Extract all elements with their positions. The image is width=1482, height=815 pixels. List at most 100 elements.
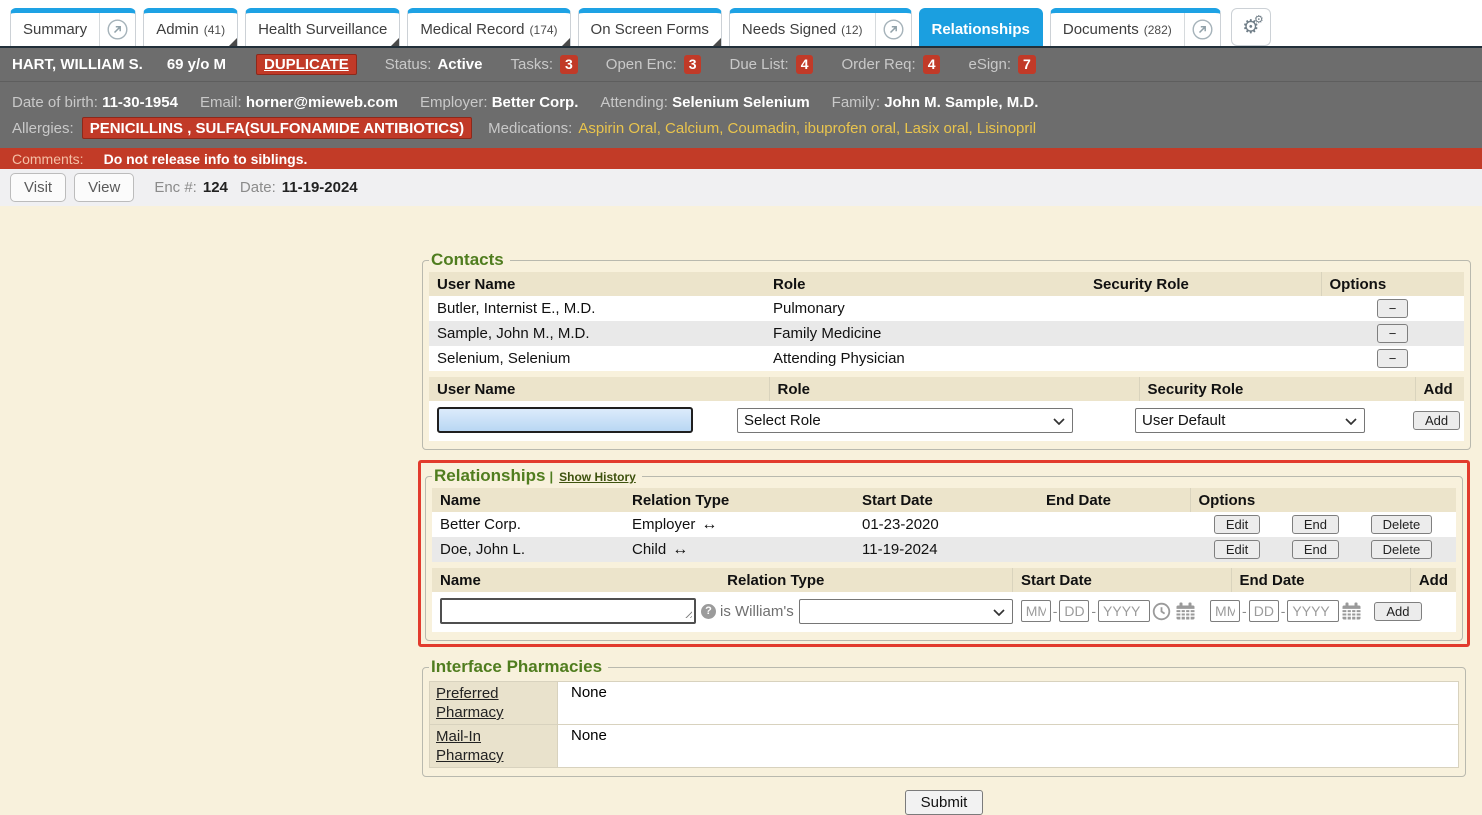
contact-role-select[interactable]: Select Role: [737, 408, 1073, 433]
start-month-input[interactable]: [1021, 600, 1051, 622]
tab-on-screen-forms[interactable]: On Screen Forms: [578, 8, 722, 46]
tab-needs-signed[interactable]: Needs Signed(12): [729, 8, 912, 46]
edit-relationship-button[interactable]: Edit: [1214, 515, 1260, 534]
order-req-label: Order Req:: [841, 56, 915, 73]
contact-user-name: Butler, Internist E., M.D.: [429, 296, 765, 321]
relationship-name-input[interactable]: [440, 598, 696, 624]
add-relationship-button[interactable]: Add: [1374, 602, 1421, 621]
remove-contact-button[interactable]: −: [1377, 324, 1409, 343]
status-value: Active: [437, 56, 482, 73]
contact-security-role: [1085, 321, 1321, 346]
end-month-input[interactable]: [1210, 600, 1240, 622]
relation-type-select-wrap: [799, 599, 1013, 624]
relationship-end-date: [1038, 512, 1190, 537]
contacts-table: User Name Role Security Role Options But…: [429, 272, 1464, 371]
col-header-user-name: User Name: [429, 272, 765, 296]
end-relationship-button[interactable]: End: [1292, 515, 1339, 534]
order-req-badge[interactable]: 4: [923, 55, 941, 74]
tab-medical-record[interactable]: Medical Record(174): [407, 8, 570, 46]
pharmacies-section: Interface Pharmacies Preferred Pharmacy …: [422, 657, 1466, 777]
popout-icon[interactable]: [875, 13, 911, 46]
email-value: horner@mieweb.com: [246, 94, 398, 111]
patient-name: HART, WILLIAM S.: [12, 56, 143, 73]
settings-button[interactable]: ⚙ ⚙: [1231, 8, 1271, 46]
end-year-input[interactable]: [1287, 600, 1339, 622]
tab-label: Health Surveillance: [258, 21, 387, 38]
delete-relationship-button[interactable]: Delete: [1371, 515, 1433, 534]
enc-date-value: 11-19-2024: [282, 179, 358, 196]
tab-admin[interactable]: Admin(41): [143, 8, 238, 46]
add-header-add: Add: [1410, 568, 1456, 592]
due-list-label: Due List:: [729, 56, 788, 73]
remove-contact-button[interactable]: −: [1377, 299, 1409, 318]
clock-icon[interactable]: [1152, 602, 1171, 621]
preferred-pharmacy-link[interactable]: Preferred Pharmacy: [436, 685, 504, 721]
duplicate-flag[interactable]: DUPLICATE: [256, 54, 357, 75]
relationship-start-date: 01-23-2020: [854, 512, 1038, 537]
end-relationship-button[interactable]: End: [1292, 540, 1339, 559]
relationships-section: Relationships|Show History Name Relation…: [425, 466, 1463, 641]
contacts-section: Contacts User Name Role Security Role Op…: [422, 250, 1471, 450]
dob-value: 11-30-1954: [102, 94, 178, 111]
dob-label: Date of birth:: [12, 94, 98, 111]
tab-count: (12): [841, 23, 862, 37]
tab-bar: Summary Admin(41) Health Surveillance Me…: [0, 0, 1482, 48]
due-list-badge[interactable]: 4: [796, 55, 814, 74]
date-separator: -: [1242, 603, 1247, 619]
end-day-input[interactable]: [1249, 600, 1279, 622]
calendar-icon[interactable]: [1341, 602, 1362, 621]
start-day-input[interactable]: [1059, 600, 1089, 622]
popout-icon[interactable]: [99, 13, 135, 46]
pharmacy-row: Mail-In Pharmacy None: [430, 725, 1459, 768]
tab-summary[interactable]: Summary: [10, 8, 136, 46]
delete-relationship-button[interactable]: Delete: [1371, 540, 1433, 559]
esign-badge[interactable]: 7: [1018, 55, 1036, 74]
bidirectional-arrow-icon: ↔: [701, 516, 717, 533]
patient-header-bar: HART, WILLIAM S. 69 y/o M DUPLICATE Stat…: [0, 48, 1482, 81]
relation-type-select[interactable]: [799, 599, 1013, 624]
allergies-value[interactable]: PENICILLINS , SULFA(SULFONAMIDE ANTIBIOT…: [82, 117, 472, 139]
contact-user-name: Selenium, Selenium: [429, 346, 765, 371]
tab-label: Relationships: [932, 21, 1030, 38]
contact-role: Family Medicine: [765, 321, 1085, 346]
encounter-toolbar: Visit View Enc #: 124 Date: 11-19-2024: [0, 169, 1482, 206]
view-button[interactable]: View: [74, 173, 134, 202]
medications-list[interactable]: Aspirin Oral, Calcium, Coumadin, ibuprof…: [578, 120, 1036, 137]
pharmacies-title: Interface Pharmacies: [429, 657, 608, 677]
contact-security-role: [1085, 346, 1321, 371]
contact-security-select-wrap: User Default: [1135, 408, 1365, 433]
popout-icon[interactable]: [1184, 13, 1220, 46]
comments-text: Do not release info to siblings.: [104, 151, 308, 167]
start-year-input[interactable]: [1098, 600, 1150, 622]
relationship-type: Child: [632, 541, 666, 558]
remove-contact-button[interactable]: −: [1377, 349, 1409, 368]
tab-health-surveillance[interactable]: Health Surveillance: [245, 8, 400, 46]
open-enc-badge[interactable]: 3: [684, 55, 702, 74]
edit-relationship-button[interactable]: Edit: [1214, 540, 1260, 559]
mail-in-pharmacy-link[interactable]: Mail-In Pharmacy: [436, 728, 504, 764]
contact-security-select[interactable]: User Default: [1135, 408, 1365, 433]
submit-button[interactable]: Submit: [905, 790, 984, 815]
relationship-name: Better Corp.: [432, 512, 624, 537]
help-icon[interactable]: ?: [701, 604, 716, 619]
visit-button[interactable]: Visit: [10, 173, 66, 202]
add-contact-button[interactable]: Add: [1413, 411, 1460, 430]
pharmacies-table: Preferred Pharmacy None Mail-In Pharmacy…: [429, 681, 1459, 768]
open-enc-label: Open Enc:: [606, 56, 677, 73]
calendar-icon[interactable]: [1175, 602, 1196, 621]
contact-user-name-input[interactable]: [437, 407, 693, 433]
tab-count: (174): [530, 23, 558, 37]
tasks-badge[interactable]: 3: [560, 55, 578, 74]
preferred-pharmacy-value: None: [558, 682, 1459, 725]
relationships-highlight-border: Relationships|Show History Name Relation…: [418, 460, 1470, 647]
comments-bar: Comments: Do not release info to sibling…: [0, 148, 1482, 169]
col-header-name: Name: [432, 488, 624, 512]
show-history-link[interactable]: Show History: [559, 470, 636, 484]
tab-documents[interactable]: Documents(282): [1050, 8, 1221, 46]
tab-label: Summary: [23, 21, 87, 38]
col-header-start-date: Start Date: [854, 488, 1038, 512]
allergies-label: Allergies:: [12, 120, 74, 137]
contact-row: Sample, John M., M.D. Family Medicine −: [429, 321, 1464, 346]
tab-relationships[interactable]: Relationships: [919, 8, 1043, 46]
add-header-relation-type: Relation Type: [719, 568, 1012, 592]
